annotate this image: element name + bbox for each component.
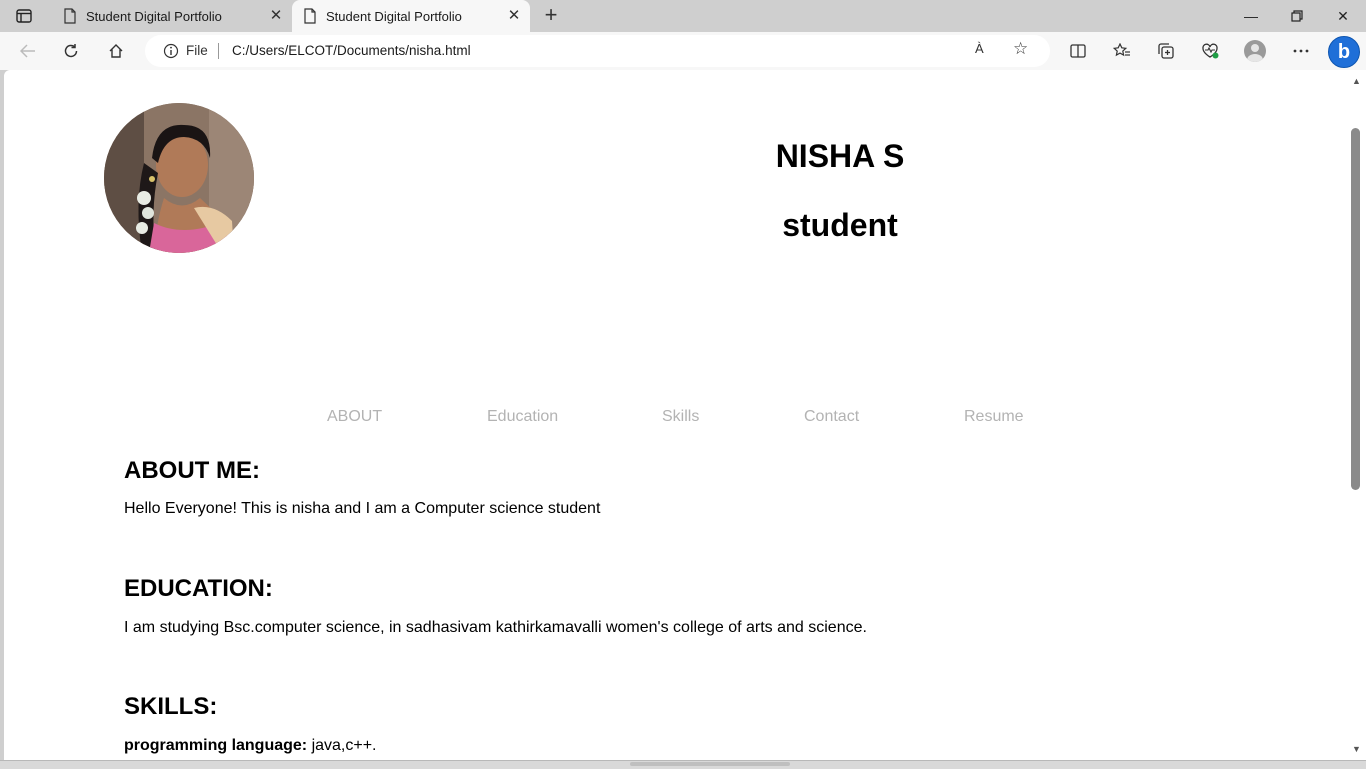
about-text: Hello Everyone! This is nisha and I am a… — [124, 500, 601, 517]
scroll-up-icon[interactable]: ▲ — [1352, 76, 1361, 86]
about-heading: ABOUT ME: — [124, 457, 260, 484]
scroll-down-icon[interactable]: ▼ — [1352, 744, 1361, 754]
scroll-thumb[interactable] — [1351, 128, 1360, 490]
read-aloud-icon[interactable]: À — [975, 41, 984, 56]
close-icon[interactable]: ✕ — [506, 8, 522, 24]
horizontal-scroll-thumb[interactable] — [630, 762, 790, 766]
profile-role: student — [782, 207, 898, 243]
nav-skills-link[interactable]: Skills — [662, 408, 699, 426]
close-icon[interactable]: ✕ — [268, 8, 284, 24]
address-bar[interactable]: File C:/Users/ELCOT/Documents/nisha.html… — [145, 35, 1050, 67]
tab-bar: Student Digital Portfolio ✕ Student Digi… — [0, 0, 1366, 32]
education-text: I am studying Bsc.computer science, in s… — [124, 619, 867, 636]
browser-essentials-icon[interactable] — [1197, 39, 1223, 63]
favorite-star-icon[interactable]: ☆ — [1013, 39, 1028, 59]
tab-1[interactable]: Student Digital Portfolio ✕ — [52, 0, 292, 32]
favorites-icon[interactable] — [1109, 39, 1135, 63]
profile-name: NISHA S — [775, 138, 905, 174]
close-window-icon[interactable]: ✕ — [1320, 0, 1366, 32]
home-icon[interactable] — [103, 39, 129, 63]
restore-icon[interactable] — [1274, 0, 1320, 32]
tab-2[interactable]: Student Digital Portfolio ✕ — [292, 0, 530, 32]
page-content: NISHA S student ABOUT Education Skills C… — [4, 70, 1348, 760]
site-info-label[interactable]: File — [186, 43, 208, 58]
refresh-icon[interactable] — [58, 39, 84, 63]
split-screen-icon[interactable] — [1065, 39, 1091, 63]
collections-icon[interactable] — [1153, 39, 1179, 63]
vertical-scrollbar[interactable]: ▲ ▼ — [1348, 70, 1366, 760]
browser-toolbar: File C:/Users/ELCOT/Documents/nisha.html… — [0, 32, 1366, 70]
skills-label: programming language: — [124, 737, 308, 754]
skills-value: java,c++. — [307, 737, 377, 754]
url-text[interactable]: C:/Users/ELCOT/Documents/nisha.html — [232, 43, 471, 58]
tab-2-label: Student Digital Portfolio — [326, 8, 462, 24]
minimize-icon[interactable]: — — [1228, 0, 1274, 32]
profile-avatar[interactable] — [1244, 40, 1266, 62]
nav-resume-link[interactable]: Resume — [964, 408, 1024, 426]
new-tab-icon[interactable]: + — [540, 4, 562, 27]
nav-education-link[interactable]: Education — [487, 408, 558, 426]
skills-text: programming language: java,c++. — [124, 737, 377, 755]
tab-actions-icon[interactable] — [10, 6, 38, 26]
nav-contact-link[interactable]: Contact — [804, 408, 859, 426]
nav-about-link[interactable]: ABOUT — [327, 408, 382, 426]
bing-copilot-icon[interactable]: b — [1328, 36, 1360, 68]
back-icon[interactable] — [15, 39, 41, 63]
skills-heading: SKILLS: — [124, 693, 218, 720]
education-heading: EDUCATION: — [124, 575, 273, 602]
address-separator — [218, 43, 219, 59]
info-icon[interactable] — [163, 43, 179, 59]
page-icon — [64, 8, 76, 24]
tab-1-label: Student Digital Portfolio — [86, 8, 222, 24]
page-icon — [304, 8, 316, 24]
more-options-icon[interactable] — [1288, 39, 1314, 63]
profile-photo — [104, 103, 254, 253]
